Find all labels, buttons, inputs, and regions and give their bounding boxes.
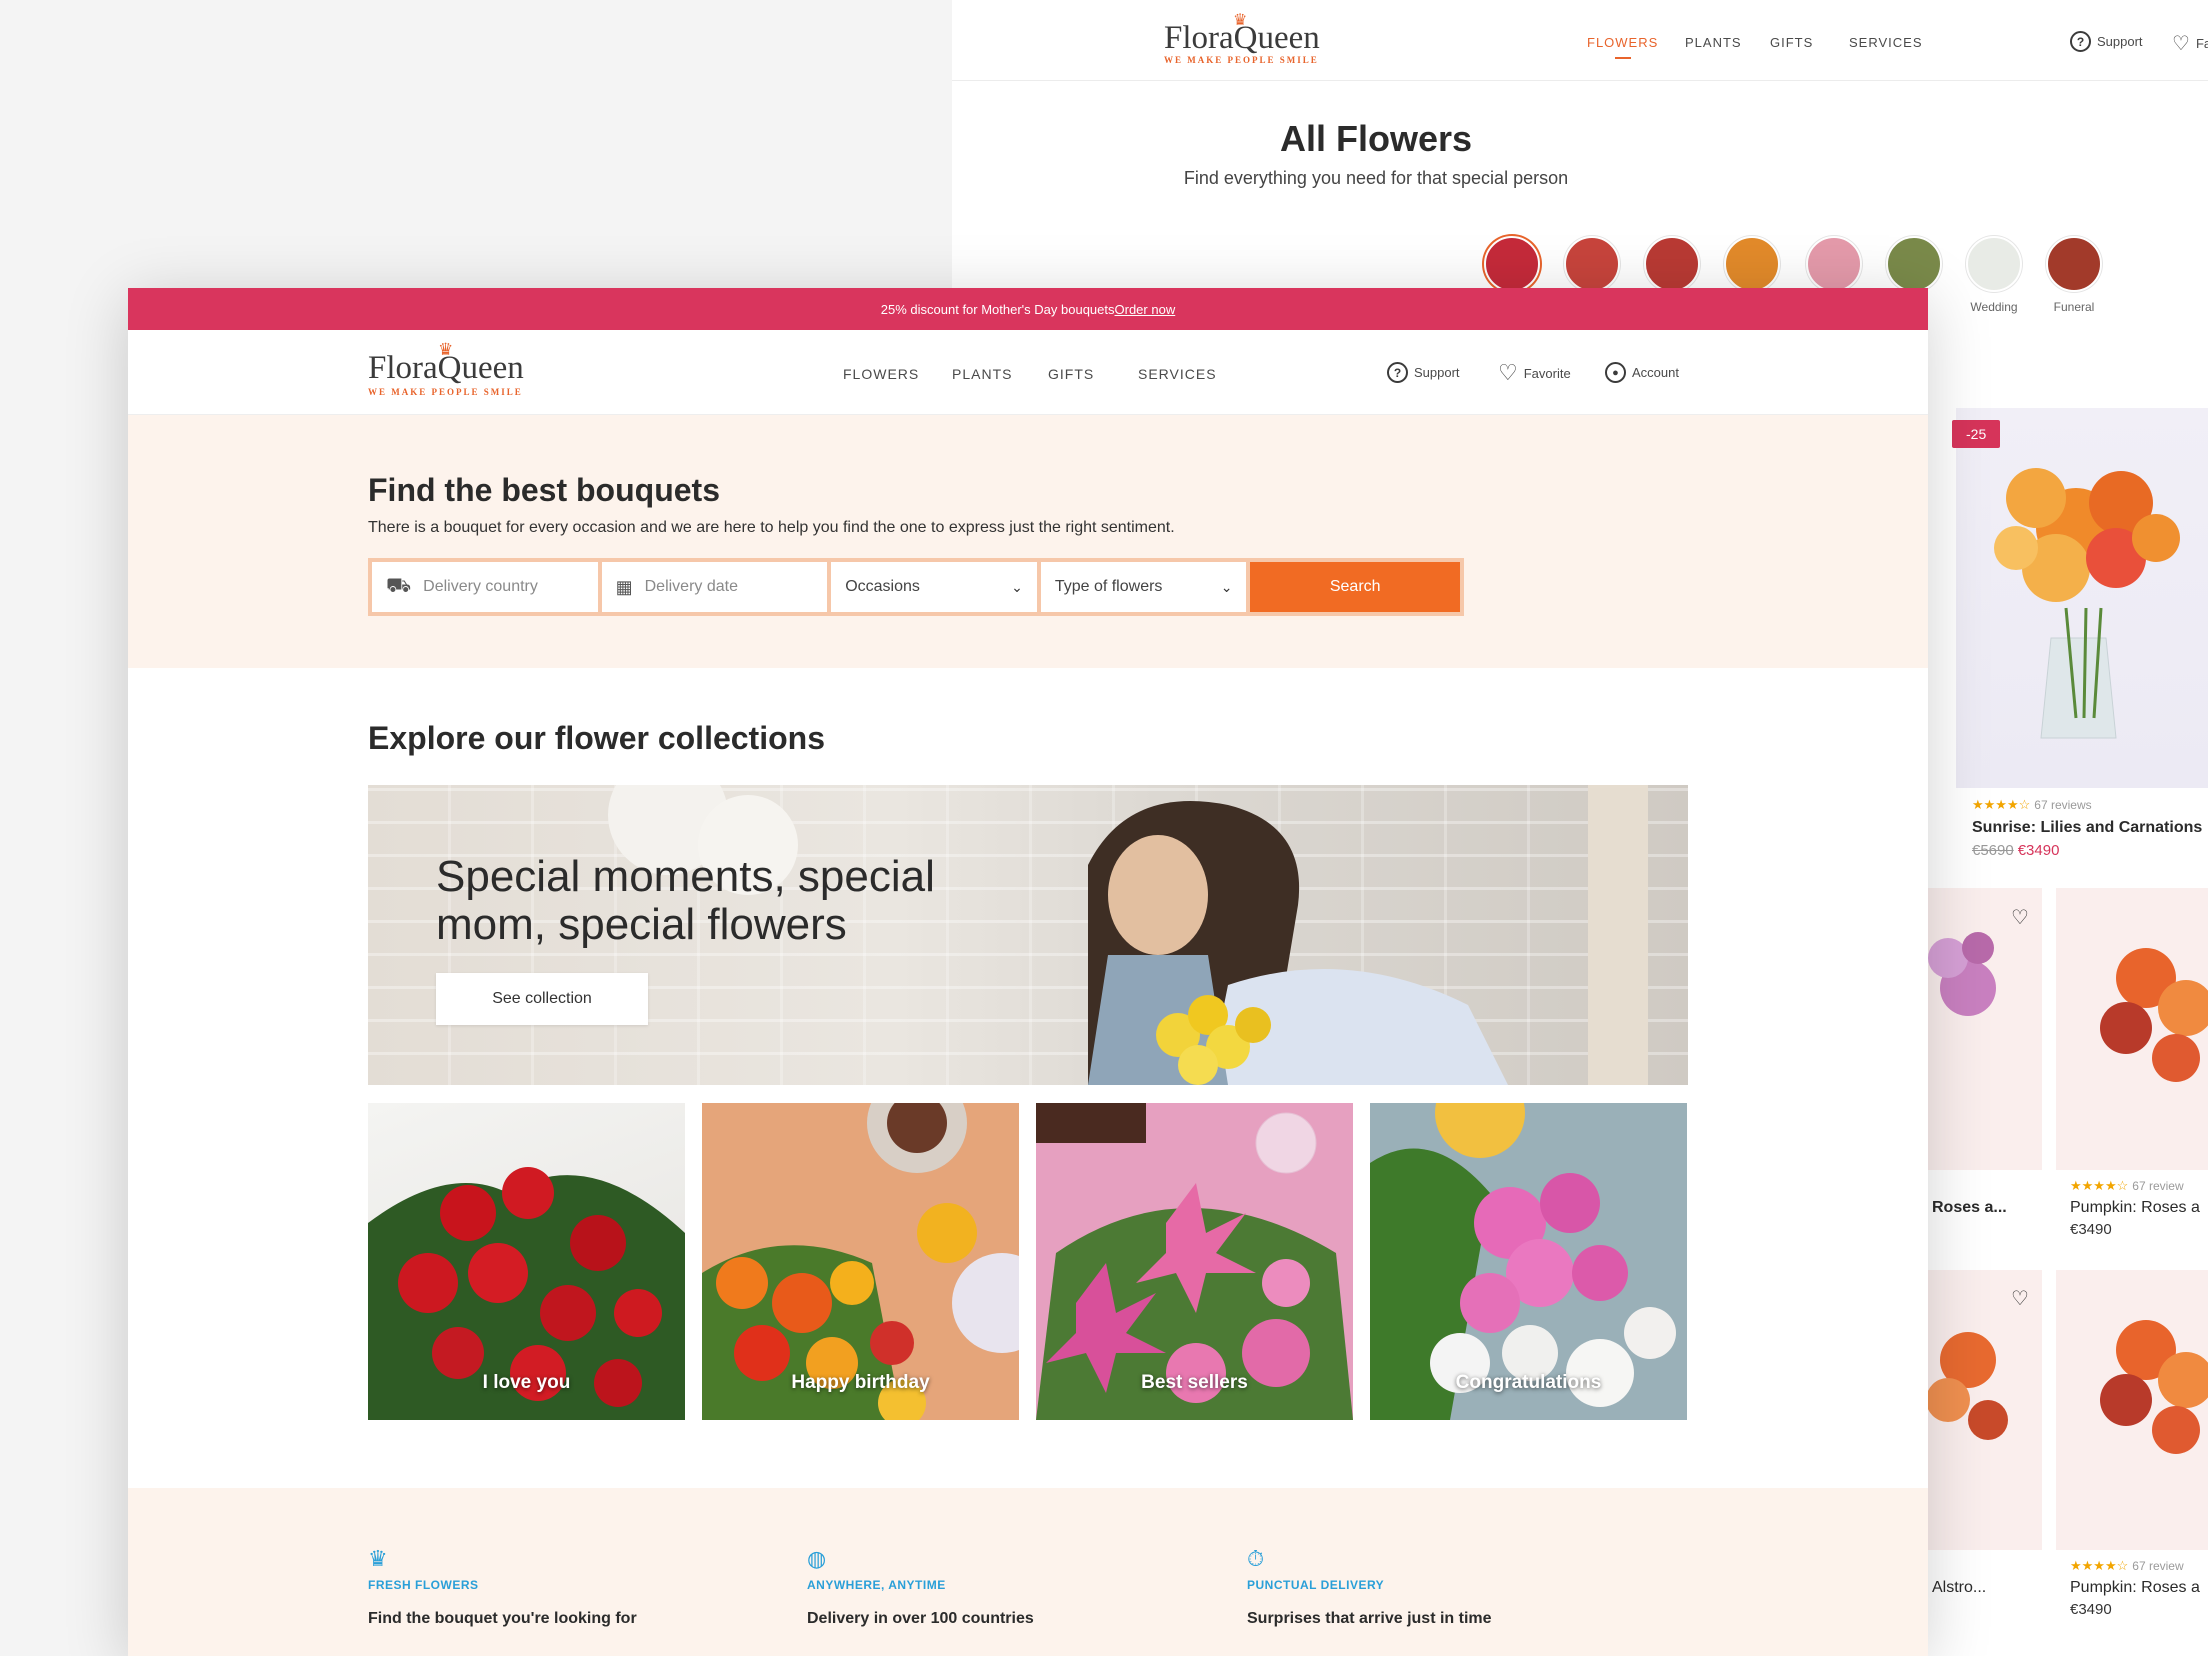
main-window: 25% discount for Mother's Day bouquets Or… bbox=[128, 288, 1928, 1656]
product-price: €5690 €3490 bbox=[1972, 842, 2060, 859]
account-link[interactable]: ● Account bbox=[1605, 362, 1679, 383]
bg-nav-flowers[interactable]: FLOWERS bbox=[1587, 35, 1658, 59]
nav-gifts[interactable]: GIFTS bbox=[1048, 366, 1094, 382]
see-collection-button[interactable]: See collection bbox=[436, 973, 648, 1025]
heart-icon: ♡ bbox=[2172, 33, 2190, 55]
promo-banner: 25% discount for Mother's Day bouquets Or… bbox=[128, 288, 1928, 330]
hero-title: Find the best bouquets bbox=[368, 472, 720, 508]
feature-punctual: ⏱ PUNCTUAL DELIVERY Surprises that arriv… bbox=[1247, 1546, 1607, 1628]
chevron-down-icon: ⌄ bbox=[1220, 578, 1233, 595]
features-section: ♛ FRESH FLOWERS Find the bouquet you're … bbox=[128, 1488, 1928, 1656]
product-name[interactable]: Pumpkin: Roses a bbox=[2070, 1199, 2200, 1217]
category-item[interactable]: Funeral bbox=[2034, 236, 2114, 314]
category-image bbox=[1644, 236, 1700, 292]
promo-order-link[interactable]: Order now bbox=[1115, 302, 1176, 317]
category-image bbox=[1886, 236, 1942, 292]
banner-headline: Special moments, special mom, special fl… bbox=[436, 852, 935, 949]
product-price: €3490 bbox=[2070, 1221, 2112, 1238]
fast-delivery-icon: ⏱ bbox=[1247, 1546, 1265, 1571]
calendar-icon: ▦ bbox=[615, 576, 633, 597]
category-image bbox=[1806, 236, 1862, 292]
product-image[interactable] bbox=[2056, 1270, 2208, 1550]
delivery-country-field[interactable]: ⛟ Delivery country bbox=[372, 562, 598, 612]
user-icon: ● bbox=[1605, 362, 1626, 383]
question-icon: ? bbox=[1387, 362, 1408, 383]
support-link[interactable]: ? Support bbox=[1387, 362, 1460, 383]
crown-icon: ♛ bbox=[1233, 10, 1248, 29]
discount-badge: -25 bbox=[1952, 420, 2001, 448]
bg-nav-plants[interactable]: PLANTS bbox=[1685, 35, 1742, 50]
flower-type-select[interactable]: Type of flowers ⌄ bbox=[1040, 562, 1247, 612]
category-label: Funeral bbox=[2053, 300, 2095, 314]
site-header: FloraQueen ♛ WE MAKE PEOPLE SMILE FLOWER… bbox=[128, 330, 1928, 415]
category-label: Wedding bbox=[1970, 300, 2018, 314]
category-image bbox=[1724, 236, 1780, 292]
bg-page-subtitle: Find everything you need for that specia… bbox=[1183, 168, 1569, 188]
category-image bbox=[1564, 236, 1620, 292]
product-price: €3490 bbox=[2070, 1601, 2112, 1618]
category-image bbox=[2046, 236, 2102, 292]
bg-nav-gifts[interactable]: GIFTS bbox=[1770, 35, 1813, 50]
nav-services[interactable]: SERVICES bbox=[1138, 366, 1217, 382]
product-image[interactable] bbox=[1956, 408, 2208, 788]
nav-plants[interactable]: PLANTS bbox=[952, 366, 1012, 382]
bg-support-link[interactable]: ? Support bbox=[2070, 31, 2143, 52]
bouquet-illustration bbox=[1994, 468, 2180, 739]
product-name[interactable]: Roses a... bbox=[1932, 1199, 2007, 1217]
product-name[interactable]: Pumpkin: Roses a bbox=[2070, 1579, 2200, 1597]
chevron-down-icon: ⌄ bbox=[1011, 578, 1023, 595]
tile-label: Congratulations bbox=[1455, 1372, 1602, 1393]
category-image bbox=[1966, 236, 2022, 292]
collection-banner: Special moments, special mom, special fl… bbox=[368, 785, 1688, 1085]
favorite-heart-icon[interactable]: ♡ bbox=[2006, 1285, 2034, 1313]
occasions-select[interactable]: Occasions ⌄ bbox=[831, 562, 1037, 612]
promo-text: 25% discount for Mother's Day bouquets bbox=[880, 301, 1115, 317]
bg-page-title: All Flowers bbox=[1279, 118, 1473, 159]
delivery-date-field[interactable]: ▦ Delivery date bbox=[601, 562, 828, 612]
favorite-heart-icon[interactable]: ♡ bbox=[2006, 904, 2034, 932]
bouquet-illustration bbox=[2100, 948, 2208, 1082]
collection-tile-congratulations[interactable]: Congratulations bbox=[1370, 1103, 1687, 1420]
collections-title: Explore our flower collections bbox=[368, 720, 825, 756]
product-name[interactable]: Alstro... bbox=[1932, 1579, 1986, 1597]
feature-anywhere: ◍ ANYWHERE, ANYTIME Delivery in over 100… bbox=[807, 1546, 1167, 1628]
rating-stars: ★★★★☆ 67 review bbox=[2070, 1178, 2184, 1193]
truck-icon: ⛟ bbox=[386, 574, 412, 597]
collection-tile-best-sellers[interactable]: Best sellers bbox=[1036, 1103, 1353, 1420]
search-button[interactable]: Search bbox=[1250, 562, 1460, 612]
collection-tile-happy-birthday[interactable]: Happy birthday bbox=[702, 1103, 1019, 1420]
question-icon: ? bbox=[2070, 31, 2091, 52]
rating-stars: ★★★★☆ 67 review bbox=[2070, 1558, 2184, 1573]
category-image bbox=[1484, 236, 1540, 292]
bg-header: FloraQueen ♛ WE MAKE PEOPLE SMILE FLOWER… bbox=[952, 0, 2208, 81]
search-bar: ⛟ Delivery country ▦ Delivery date Occasio… bbox=[368, 558, 1464, 616]
rating-stars: ★★★★☆ 67 reviews bbox=[1972, 797, 2092, 812]
product-name[interactable]: Sunrise: Lilies and Carnations bbox=[1972, 819, 2202, 837]
bg-logo[interactable]: FloraQueen ♛ WE MAKE PEOPLE SMILE bbox=[1164, 12, 1320, 65]
category-item[interactable]: Wedding bbox=[1954, 236, 2034, 314]
hero-subtitle: There is a bouquet for every occasion an… bbox=[368, 519, 1175, 536]
collection-tile-i-love-you[interactable]: I love you bbox=[368, 1103, 685, 1420]
bg-favorite-link[interactable]: ♡ Fa bbox=[2172, 31, 2208, 56]
feature-fresh-flowers: ♛ FRESH FLOWERS Find the bouquet you're … bbox=[368, 1546, 728, 1628]
tile-label: Happy birthday bbox=[791, 1372, 930, 1393]
bouquet-illustration bbox=[2100, 1320, 2208, 1454]
hero-section: Find the best bouquets There is a bouque… bbox=[128, 415, 1928, 668]
tile-label: Best sellers bbox=[1141, 1372, 1248, 1393]
heart-icon: ♡ bbox=[1498, 360, 1518, 385]
nav-flowers[interactable]: FLOWERS bbox=[843, 366, 919, 382]
product-image[interactable] bbox=[2056, 888, 2208, 1170]
crown-icon: ♛ bbox=[438, 340, 454, 360]
tile-label: I love you bbox=[482, 1372, 571, 1393]
crown-icon: ♛ bbox=[368, 1546, 388, 1571]
bg-nav-services[interactable]: SERVICES bbox=[1849, 35, 1923, 50]
site-logo[interactable]: FloraQueen ♛ WE MAKE PEOPLE SMILE bbox=[368, 342, 524, 397]
favorite-link[interactable]: ♡ Favorite bbox=[1498, 362, 1571, 384]
globe-icon: ◍ bbox=[807, 1546, 827, 1571]
